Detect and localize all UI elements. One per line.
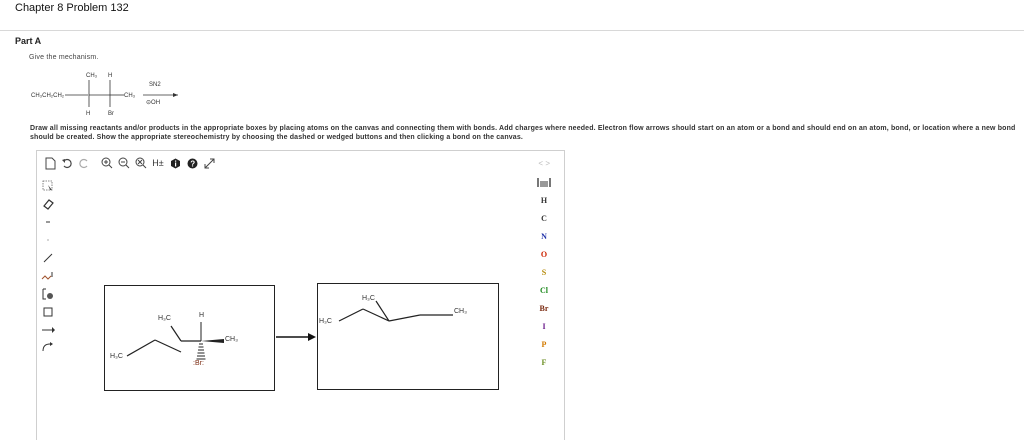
h-top-label: H	[108, 73, 112, 79]
curved-arrow-tool-icon[interactable]	[41, 341, 55, 355]
element-i[interactable]: I	[530, 322, 558, 331]
title-divider	[0, 30, 1024, 31]
element-h[interactable]: H	[530, 196, 558, 205]
element-o[interactable]: O	[530, 250, 558, 259]
element-br[interactable]: Br	[530, 304, 558, 313]
right-group-label: CH₃	[124, 93, 136, 99]
info-icon[interactable]	[168, 155, 182, 171]
zoom-out-icon[interactable]	[117, 155, 131, 171]
product-ch3-top: H₃C	[362, 295, 375, 302]
chapter-title: Chapter 8 Problem 132	[15, 2, 129, 14]
periodic-table-icon[interactable]	[530, 178, 558, 189]
zoom-in-icon[interactable]	[100, 155, 114, 171]
redo-icon[interactable]	[77, 155, 91, 171]
reactant-ch3-top: H₃C	[158, 315, 171, 322]
template-tool-icon[interactable]	[41, 287, 55, 301]
select-tool-icon[interactable]	[41, 179, 55, 193]
product-box[interactable]	[317, 283, 499, 390]
br-bottom-label: Br	[108, 111, 114, 117]
panel-collapse-toggle[interactable]: < >	[538, 159, 550, 168]
condition-top-label: SN2	[149, 82, 161, 88]
element-f[interactable]: F	[530, 358, 558, 367]
eraser-tool-icon[interactable]	[41, 197, 55, 211]
single-bond-tool-icon[interactable]	[41, 215, 55, 229]
product-ch3-right: CH₃	[454, 308, 467, 315]
element-c[interactable]: C	[530, 214, 558, 223]
reactant-ch3-left: H₃C	[110, 353, 123, 360]
toggle-hydrogens-button[interactable]: H±	[151, 155, 165, 171]
h-bottom-label: H	[86, 111, 90, 117]
element-n[interactable]: N	[530, 232, 558, 241]
reaction-scheme: CH₃ H CH₃CH₂CH₂ CH₃ H Br SN2 ⊝OH	[31, 73, 178, 117]
left-chain-label: CH₃CH₂CH₂	[31, 93, 65, 99]
element-s[interactable]: S	[530, 268, 558, 277]
element-cl[interactable]: Cl	[530, 286, 558, 295]
editor-toolbar: H± ?	[37, 151, 564, 175]
svg-text:?: ?	[190, 159, 195, 168]
chain-tool-icon[interactable]	[41, 269, 55, 283]
reactant-br-atom: :Br:	[193, 360, 204, 367]
product-ch3-left: H₃C	[319, 318, 332, 325]
part-prompt: Give the mechanism.	[29, 54, 99, 61]
condition-bottom-label: ⊝OH	[146, 100, 160, 106]
zoom-reset-icon[interactable]	[134, 155, 148, 171]
rectangle-tool-icon[interactable]	[41, 305, 55, 319]
reactant-h-atom: H	[199, 312, 205, 319]
expand-icon[interactable]	[202, 155, 216, 171]
instructions-text: Draw all missing reactants and/or produc…	[30, 125, 1016, 141]
element-p[interactable]: P	[530, 340, 558, 349]
undo-icon[interactable]	[60, 155, 74, 171]
new-document-icon[interactable]	[43, 155, 57, 171]
charge-tool-icon[interactable]	[41, 233, 55, 247]
part-label: Part A	[15, 36, 42, 46]
substituent-top-label: CH₃	[86, 73, 98, 79]
arrow-tool-icon[interactable]	[41, 323, 55, 337]
reactant-ch3-right: CH₃	[225, 336, 238, 343]
reactant-box[interactable]	[104, 285, 275, 391]
help-icon[interactable]: ?	[185, 155, 199, 171]
reaction-arrowhead	[173, 93, 178, 97]
bond-line-tool-icon[interactable]	[41, 251, 55, 265]
